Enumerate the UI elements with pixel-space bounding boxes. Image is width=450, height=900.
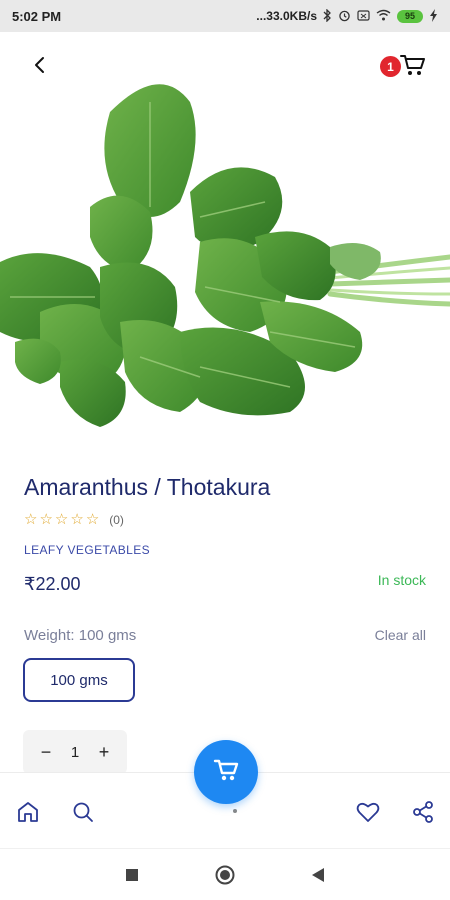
star-icon: ☆: [70, 511, 84, 528]
clear-all-link[interactable]: Clear all: [375, 627, 426, 643]
back-triangle-icon[interactable]: [308, 865, 328, 885]
alarm-icon: [338, 9, 351, 24]
quantity-value: 1: [70, 743, 80, 761]
add-to-cart-fab[interactable]: [194, 740, 258, 804]
product-title: Amaranthus / Thotakura: [24, 474, 271, 500]
home-icon[interactable]: [15, 799, 41, 825]
network-speed: ...33.0KB/s: [256, 9, 317, 23]
star-icon: ☆: [24, 511, 38, 528]
heart-icon[interactable]: [355, 799, 381, 825]
cart-button[interactable]: 1: [380, 49, 426, 85]
status-icons: ...33.0KB/s 95: [256, 7, 438, 24]
star-icon: ☆: [39, 511, 53, 528]
decrease-quantity-button[interactable]: −: [35, 742, 57, 763]
cart-count-badge: 1: [380, 56, 401, 77]
chevron-left-icon: [33, 56, 47, 79]
rating-count: (0): [109, 512, 124, 527]
product-price: ₹22.00: [24, 574, 81, 594]
recents-icon[interactable]: [122, 865, 142, 885]
increase-quantity-button[interactable]: +: [93, 742, 115, 763]
battery-icon: 95: [397, 9, 423, 23]
status-time: 5:02 PM: [12, 8, 62, 24]
wifi-icon: [376, 9, 391, 23]
search-icon[interactable]: [70, 799, 96, 825]
top-bar: 1: [0, 32, 450, 102]
charging-icon: [429, 8, 438, 24]
star-icon: ☆: [85, 511, 100, 528]
category-link[interactable]: LEAFY VEGETABLES: [24, 543, 150, 557]
star-icon: ☆: [54, 511, 69, 528]
fab-indicator-dot: [233, 809, 237, 813]
weight-option-chip[interactable]: 100 gms: [23, 658, 135, 702]
status-bar: 5:02 PM ...33.0KB/s 95: [0, 0, 450, 32]
sim-icon: [357, 9, 370, 23]
back-button[interactable]: [24, 51, 56, 83]
share-icon[interactable]: [410, 799, 436, 825]
system-navigation-bar: [0, 848, 450, 900]
cart-icon: [400, 53, 426, 82]
stock-status: In stock: [377, 572, 426, 588]
home-circle-icon[interactable]: [215, 865, 235, 885]
bluetooth-icon: [323, 7, 332, 24]
weight-label: Weight: 100 gms: [24, 627, 137, 644]
cart-icon: [213, 758, 239, 787]
quantity-stepper: − 1 +: [23, 730, 127, 774]
rating-row[interactable]: ☆ ☆ ☆ ☆ ☆ (0): [24, 512, 124, 527]
